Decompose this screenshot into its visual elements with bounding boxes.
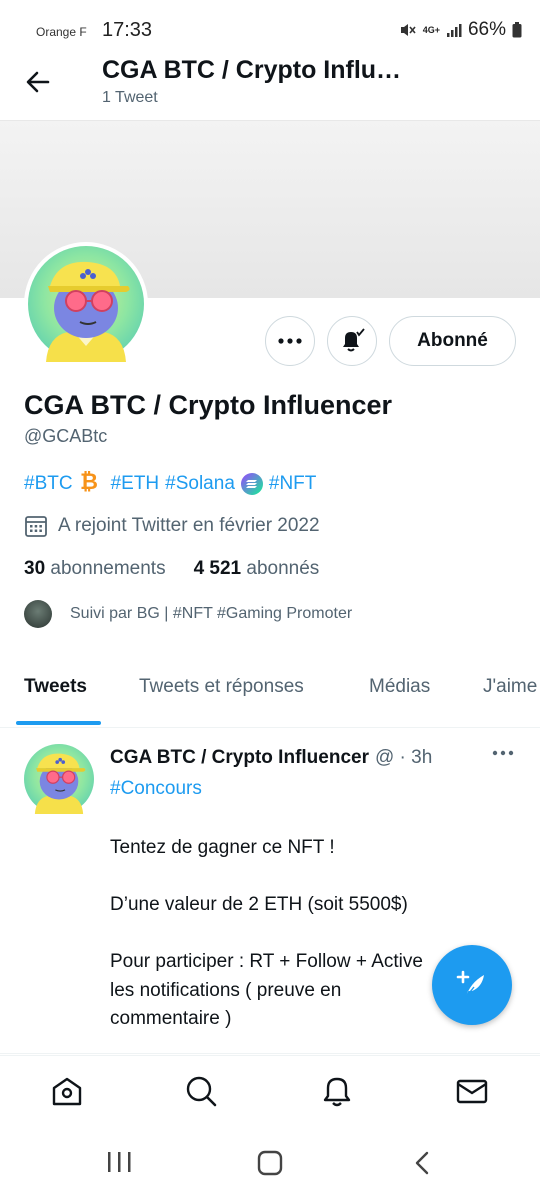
network-type: 4G+ [422, 24, 440, 35]
more-horizontal-icon [278, 338, 302, 344]
tweet-line: D’une valeur de 2 ETH (soit 5500$) [110, 894, 408, 915]
battery-icon [512, 22, 522, 38]
followed-by-text: Suivi par BG | #NFT #Gaming Promoter [70, 605, 353, 622]
following-stat[interactable]: 30 abonnements [24, 558, 166, 580]
header-title: CGA BTC / Crypto Influ… [102, 56, 402, 84]
follow-stats: 30 abonnements 4 521 abonnés [24, 558, 319, 580]
following-button[interactable]: Abonné [389, 316, 516, 366]
tweet-header: CGA BTC / Crypto Influencer @ · 3h [110, 747, 432, 769]
followers-label: abonnés [246, 558, 320, 579]
tweet-body: Tentez de gagner ce NFT ! D’une valeur d… [110, 834, 440, 1034]
tweet-meta: @ · 3h [374, 747, 433, 768]
tweet-more-icon[interactable] [492, 750, 514, 756]
display-name: CGA BTC / Crypto Influencer [24, 390, 393, 420]
profile-avatar[interactable] [24, 242, 148, 366]
followed-by[interactable]: Suivi par BG | #NFT #Gaming Promoter [24, 600, 352, 628]
bottom-navigation [0, 1055, 540, 1125]
follower-avatar [24, 600, 52, 628]
messages-icon[interactable] [455, 1074, 489, 1108]
user-handle: @GCABtc [24, 426, 108, 446]
tab-tweets-replies[interactable]: Tweets et réponses [139, 676, 304, 698]
calendar-icon [25, 516, 47, 537]
tweet-author-name[interactable]: CGA BTC / Crypto Influencer [110, 747, 369, 769]
carrier-label: Orange F [36, 25, 87, 39]
header-tweet-count: 1 Tweet [102, 89, 158, 106]
clock: 17:33 [102, 19, 153, 41]
notifications-button[interactable] [327, 316, 377, 366]
tab-tweets[interactable]: Tweets [24, 676, 87, 698]
following-count: 30 [24, 558, 46, 579]
profile-tabs: Tweets Tweets et réponses Médias J'aime [0, 660, 540, 728]
arrow-left-icon[interactable] [22, 66, 54, 98]
signal-icon [446, 24, 462, 37]
followers-stat[interactable]: 4 521 abonnés [194, 558, 320, 580]
profile-bio: #BTC ₿ #ETH #Solana #NFT [24, 469, 317, 498]
tab-likes[interactable]: J'aime [483, 676, 537, 698]
following-label: abonnements [50, 558, 166, 579]
more-options-button[interactable] [265, 316, 315, 366]
hashtag-nft[interactable]: #NFT [269, 473, 317, 495]
bell-check-icon [343, 328, 365, 352]
tweet-avatar-image [24, 744, 94, 814]
recent-apps-icon[interactable] [106, 1150, 134, 1174]
home-button-icon[interactable] [257, 1150, 283, 1176]
hashtag-solana[interactable]: #Solana [165, 473, 235, 495]
svg-text:₿: ₿ [80, 470, 97, 492]
hashtag-eth[interactable]: #ETH [111, 473, 160, 495]
back-button-icon[interactable] [412, 1150, 432, 1176]
compose-tweet-button[interactable] [432, 945, 512, 1025]
feather-plus-icon [456, 970, 484, 998]
search-icon[interactable] [184, 1074, 218, 1108]
solana-icon [240, 473, 263, 495]
tweet-line: Tentez de gagner ce NFT ! [110, 837, 335, 858]
tab-active-indicator [16, 721, 101, 725]
mute-icon [400, 24, 416, 36]
tweet-hashtag[interactable]: #Concours [110, 778, 202, 800]
hashtag-btc[interactable]: #BTC [24, 473, 73, 495]
system-navigation [0, 1125, 540, 1200]
followers-count: 4 521 [193, 558, 242, 579]
home-icon[interactable] [50, 1074, 84, 1108]
tweet-avatar[interactable] [24, 744, 94, 814]
bitcoin-icon: ₿ [78, 469, 98, 498]
profile-header: CGA BTC / Crypto Influ… 1 Tweet [0, 52, 540, 120]
tab-media[interactable]: Médias [369, 676, 430, 698]
tweet-line: Pour participer : RT + Follow + Active l… [110, 951, 423, 1029]
notifications-icon[interactable] [320, 1074, 354, 1108]
status-icons: 4G+ 66% [399, 19, 522, 41]
battery-percent: 66% [467, 19, 506, 40]
joined-date: A rejoint Twitter en février 2022 [24, 514, 320, 538]
avatar-image [28, 246, 144, 362]
joined-text: A rejoint Twitter en février 2022 [58, 515, 320, 536]
